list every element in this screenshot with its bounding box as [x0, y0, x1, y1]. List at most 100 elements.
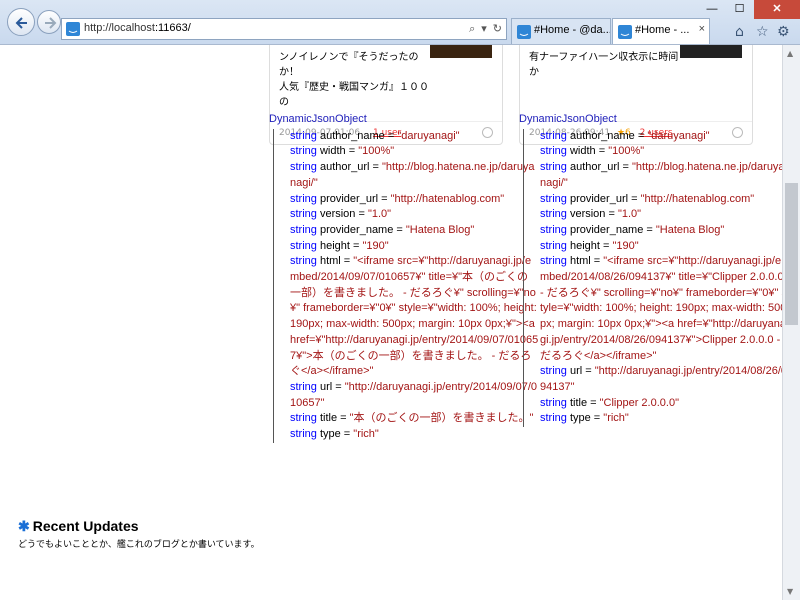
type-keyword: string [540, 145, 567, 158]
card-text: 有ナーファイハ一ン収衣示に時间か [529, 52, 679, 78]
property-value: "rich" [603, 412, 629, 425]
scroll-up-icon[interactable]: ▲ [787, 49, 793, 58]
card-thumbnail [680, 45, 742, 58]
type-keyword: string [540, 223, 567, 236]
dump-body: string author_name = "daruyanagi" string … [523, 128, 782, 428]
section-title: ✱ Recent Updates [18, 518, 139, 534]
back-arrow-icon [15, 17, 27, 29]
forward-button[interactable] [37, 10, 61, 34]
type-keyword: string [540, 161, 567, 174]
minimize-button[interactable]: — [699, 0, 725, 19]
property-name: type = [566, 412, 604, 425]
dump-line: string author_name = "daruyanagi" [290, 129, 539, 145]
property-name: title = [316, 412, 350, 425]
property-name: html = [566, 255, 604, 268]
property-value: "1.0" [617, 208, 642, 221]
maximize-button[interactable]: ☐ [726, 0, 753, 19]
type-keyword: string [540, 208, 567, 221]
property-value: "http://hatenablog.com" [640, 192, 755, 205]
address-bar[interactable]: http://localhost:11663/ ⌕ ▾ ↻ [61, 18, 507, 40]
property-name: width = [566, 145, 609, 158]
property-value: "daruyanagi" [647, 129, 710, 142]
dump-line: string author_url = "http://blog.hatena.… [540, 160, 782, 191]
property-name: url = [316, 380, 345, 393]
browser-chrome: http://localhost:11663/ ⌕ ▾ ↻ #Home - @da.… [0, 0, 800, 45]
type-keyword: string [540, 396, 567, 409]
property-value: "Hatena Blog" [655, 223, 725, 236]
type-keyword: string [290, 428, 317, 441]
section-description: どうでもよいこととか、艦これのブログとか書いています。 [18, 540, 260, 550]
type-keyword: string [290, 129, 317, 142]
type-keyword: string [290, 239, 317, 252]
type-keyword: string [540, 255, 567, 268]
type-keyword: string [290, 145, 317, 158]
dump-line: string url = "http://daruyanagi.jp/entry… [540, 364, 782, 395]
tab-favicon-icon [517, 25, 531, 39]
property-value: "本（のごくの一部）を書きました。" [349, 412, 534, 425]
dump-line: string height = "190" [540, 239, 782, 255]
type-keyword: string [290, 192, 317, 205]
tab-home-2[interactable]: #Home - ... × [612, 18, 710, 44]
type-keyword: string [540, 412, 567, 425]
close-tab-icon[interactable]: × [699, 23, 705, 35]
tab-home-1[interactable]: #Home - @da... [511, 18, 611, 44]
refresh-icon[interactable]: ↻ [493, 22, 502, 35]
forward-arrow-icon [45, 17, 57, 29]
home-icon[interactable]: ⌂ [735, 24, 744, 40]
property-name: height = [316, 239, 363, 252]
dump-line: string version = "1.0" [290, 207, 539, 223]
property-name: author_url = [316, 161, 383, 174]
type-keyword: string [540, 365, 567, 378]
property-name: provider_name = [316, 223, 406, 236]
dropdown-icon[interactable]: ▾ [481, 22, 487, 35]
json-dump-right: DynamicJsonObject string author_name = "… [519, 112, 782, 428]
property-value: "<iframe src=¥"http://daruyanagi.jp/embe… [290, 255, 539, 378]
dump-line: string type = "rich" [540, 411, 782, 427]
dump-line: string html = "<iframe src=¥"http://daru… [290, 254, 539, 380]
dump-body: string author_name = "daruyanagi" string … [273, 128, 539, 443]
property-value: "100%" [358, 145, 395, 158]
dump-line: string html = "<iframe src=¥"http://daru… [540, 254, 782, 364]
dump-line: string title = "本（のごくの一部）を書きました。" [290, 411, 539, 427]
favorites-star-icon[interactable]: ☆ [756, 24, 769, 40]
property-name: html = [316, 255, 354, 268]
property-value: "1.0" [367, 208, 392, 221]
type-keyword: string [290, 380, 317, 393]
json-dump-left: DynamicJsonObject string author_name = "… [269, 112, 539, 443]
type-keyword: string [540, 239, 567, 252]
dump-line: string author_url = "http://blog.hatena.… [290, 160, 539, 191]
dump-line: string type = "rich" [290, 427, 539, 443]
dump-line: string provider_name = "Hatena Blog" [540, 223, 782, 239]
dump-line: string provider_url = "http://hatenablog… [540, 192, 782, 208]
dump-line: string author_name = "daruyanagi" [540, 129, 782, 145]
property-name: provider_url = [316, 192, 391, 205]
asterisk-icon: ✱ [18, 518, 30, 534]
card-thumbnail [430, 45, 492, 58]
property-name: version = [566, 208, 618, 221]
close-window-button[interactable]: ✕ [754, 0, 800, 19]
property-value: "rich" [353, 428, 379, 441]
property-name: height = [566, 239, 613, 252]
dump-line: string version = "1.0" [540, 207, 782, 223]
type-keyword: string [290, 208, 317, 221]
type-keyword: string [540, 129, 567, 142]
type-keyword: string [290, 412, 317, 425]
property-value: "190" [612, 239, 639, 252]
address-tools: ⌕ ▾ ↻ [463, 22, 502, 36]
dump-header: DynamicJsonObject [269, 113, 367, 125]
settings-gear-icon[interactable]: ⚙ [777, 24, 790, 40]
type-keyword: string [540, 192, 567, 205]
dump-line: string height = "190" [290, 239, 539, 255]
property-name: author_url = [566, 161, 633, 174]
tab-label: #Home - @da... [534, 24, 611, 36]
dump-line: string width = "100%" [290, 144, 539, 160]
back-button[interactable] [7, 8, 35, 36]
scroll-down-icon[interactable]: ▼ [787, 587, 793, 596]
site-favicon-icon [66, 22, 80, 36]
dump-line: string width = "100%" [540, 144, 782, 160]
search-icon[interactable]: ⌕ [469, 22, 475, 35]
dump-line: string url = "http://daruyanagi.jp/entry… [290, 380, 539, 411]
scrollbar-thumb[interactable] [785, 183, 798, 325]
dump-line: string title = "Clipper 2.0.0.0" [540, 396, 782, 412]
vertical-scrollbar[interactable]: ▲ ▼ [782, 45, 800, 600]
